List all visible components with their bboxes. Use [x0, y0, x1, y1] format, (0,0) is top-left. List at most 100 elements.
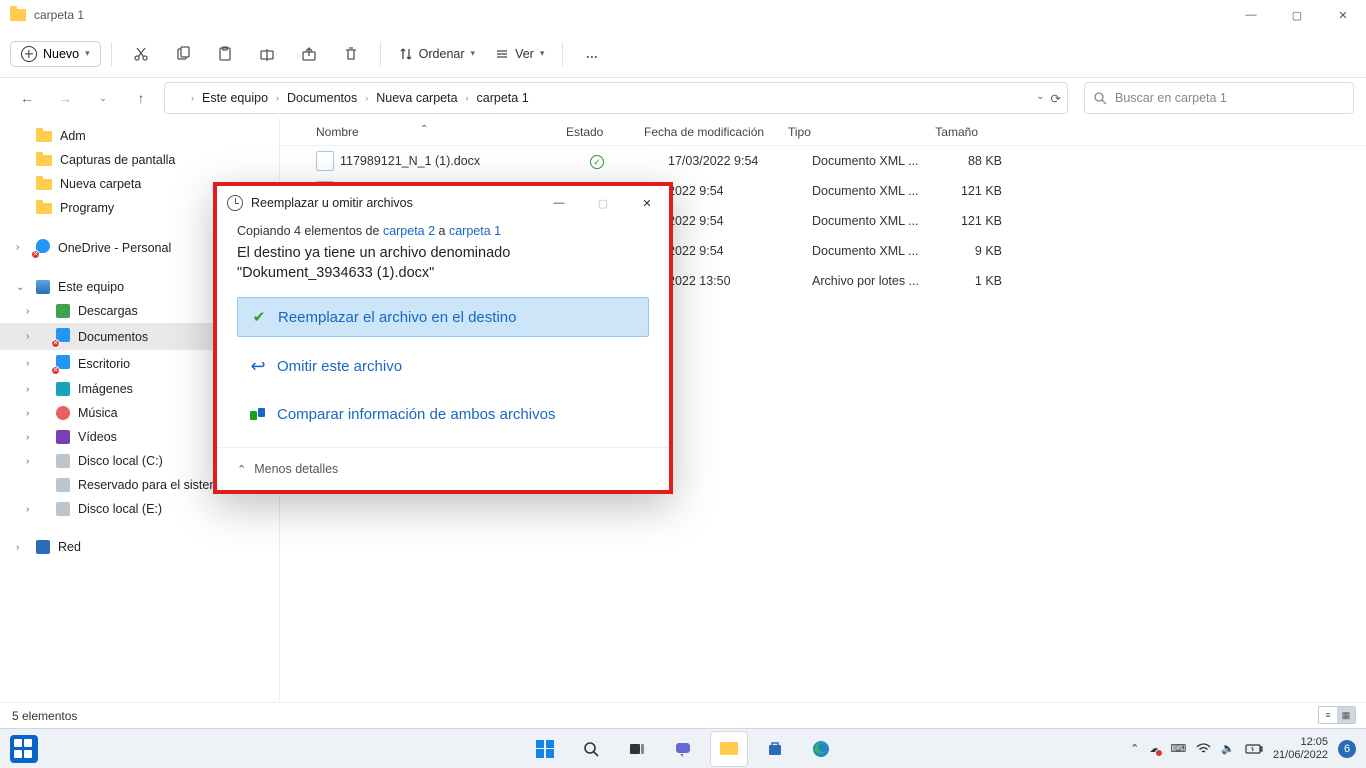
more-button[interactable]: …: [573, 38, 611, 70]
onedrive-tray-icon[interactable]: ☁: [1149, 742, 1160, 755]
window-minimize-button[interactable]: —: [1228, 0, 1274, 30]
start-button[interactable]: [526, 731, 564, 767]
file-date: 2022 9:54: [668, 244, 812, 258]
breadcrumb-sep: ›: [276, 93, 279, 103]
dialog-copy-text: Copiando 4 elementos de carpeta 2 a carp…: [237, 224, 649, 238]
view-toggle[interactable]: ≡ ▦: [1318, 706, 1356, 724]
chevron-right-icon: ›: [26, 358, 29, 369]
dialog-message: El destino ya tiene un archivo denominad…: [237, 244, 649, 283]
search-placeholder: Buscar en carpeta 1: [1115, 91, 1227, 105]
dialog-minimize-button[interactable]: —: [537, 186, 581, 220]
file-icon: [316, 151, 334, 171]
skip-option[interactable]: ↩ Omitir este archivo: [237, 347, 649, 385]
notifications-button[interactable]: 6: [1338, 740, 1356, 758]
file-size: 121 KB: [932, 184, 1002, 198]
up-button[interactable]: ↑: [126, 83, 156, 113]
breadcrumb[interactable]: Este equipo: [198, 88, 272, 108]
plus-icon: [21, 46, 37, 62]
music-icon: [56, 406, 70, 420]
sidebar-item-label: Disco local (E:): [78, 502, 162, 516]
sort-label: Ordenar: [419, 47, 465, 61]
compare-option[interactable]: Comparar información de ambos archivos: [237, 395, 649, 433]
taskbar-taskview[interactable]: [618, 731, 656, 767]
tray-chevron-icon[interactable]: ⌃: [1130, 742, 1139, 755]
copy-button[interactable]: [164, 38, 202, 70]
breadcrumb[interactable]: Nueva carpeta: [372, 88, 461, 108]
replace-option[interactable]: ✔ Reemplazar el archivo en el destino: [237, 297, 649, 337]
collapse-icon[interactable]: ⌃: [420, 124, 428, 135]
dialog-maximize-button: ▢: [581, 186, 625, 220]
share-button[interactable]: [290, 38, 328, 70]
chevron-right-icon: ›: [26, 384, 29, 395]
back-button[interactable]: ←: [12, 83, 42, 113]
address-bar[interactable]: › Este equipo › Documentos › Nueva carpe…: [164, 82, 1068, 114]
search-input[interactable]: Buscar en carpeta 1: [1084, 82, 1354, 114]
chevron-right-icon: ›: [26, 504, 29, 515]
file-date: 2022 9:54: [668, 184, 812, 198]
refresh-button[interactable]: ⟳: [1051, 91, 1061, 106]
col-type[interactable]: Tipo: [788, 125, 908, 139]
sidebar-item-disk-e[interactable]: › Disco local (E:): [0, 497, 280, 521]
taskbar-search[interactable]: [572, 731, 610, 767]
new-button[interactable]: Nuevo ▾: [10, 41, 101, 67]
icons-view-icon[interactable]: ▦: [1337, 707, 1355, 723]
drive-icon: [56, 502, 70, 516]
col-modified[interactable]: Fecha de modificación: [644, 125, 788, 139]
delete-button[interactable]: [332, 38, 370, 70]
rename-button[interactable]: [248, 38, 286, 70]
recent-button[interactable]: ⌄: [88, 83, 118, 113]
status-bar: 5 elementos ≡ ▦: [0, 702, 1366, 728]
taskbar-chat[interactable]: [664, 731, 702, 767]
sidebar-item-label: Adm: [60, 129, 86, 143]
sidebar-item-label: Programy: [60, 201, 114, 215]
window-maximize-button[interactable]: ▢: [1274, 0, 1320, 30]
compare-label: Comparar información de ambos archivos: [277, 406, 555, 423]
widgets-button[interactable]: [10, 735, 38, 763]
replace-or-skip-dialog: Reemplazar u omitir archivos — ▢ ✕ Copia…: [213, 182, 673, 494]
taskbar-edge[interactable]: [802, 731, 840, 767]
sidebar-item-label: Disco local (C:): [78, 454, 163, 468]
separator: [111, 42, 112, 66]
window-close-button[interactable]: ✕: [1320, 0, 1366, 30]
address-dropdown-icon[interactable]: ⌄: [1036, 91, 1044, 106]
file-type: Documento XML ...: [812, 184, 932, 198]
file-type: Archivo por lotes ...: [812, 274, 932, 288]
volume-tray-icon[interactable]: 🔈: [1221, 742, 1235, 755]
dialog-dst-link[interactable]: carpeta 1: [449, 224, 501, 238]
less-details-link[interactable]: Menos detalles: [254, 462, 338, 476]
chevron-down-icon: ⌄: [16, 282, 24, 293]
dialog-src-link[interactable]: carpeta 2: [383, 224, 435, 238]
battery-tray-icon[interactable]: [1245, 744, 1263, 754]
view-button[interactable]: Ver ▾: [487, 43, 552, 65]
taskbar-explorer[interactable]: [710, 731, 748, 767]
col-status[interactable]: Estado: [566, 125, 644, 139]
keyboard-tray-icon[interactable]: ⌨: [1170, 742, 1186, 755]
folder-icon: [36, 131, 52, 142]
col-name[interactable]: Nombre: [316, 125, 566, 139]
chevron-right-icon: ›: [26, 456, 29, 467]
sidebar-item-label: Red: [58, 540, 81, 554]
dialog-close-button[interactable]: ✕: [625, 186, 669, 220]
sidebar-item-red[interactable]: ›Red: [0, 535, 280, 559]
details-view-icon[interactable]: ≡: [1319, 707, 1337, 723]
sidebar-item-capturas[interactable]: Capturas de pantalla: [0, 148, 280, 172]
tray-clock[interactable]: 12:05 21/06/2022: [1273, 736, 1328, 760]
forward-button[interactable]: →: [50, 83, 80, 113]
window-title: carpeta 1: [34, 8, 84, 22]
taskbar-store[interactable]: [756, 731, 794, 767]
view-label: Ver: [515, 47, 534, 61]
table-row[interactable]: 117989121_N_1 (1).docx✓17/03/2022 9:54Do…: [280, 146, 1366, 176]
chevron-up-icon[interactable]: ⌃: [237, 463, 246, 476]
sidebar-item-adm[interactable]: Adm: [0, 124, 280, 148]
error-badge-icon: ✕: [51, 366, 60, 375]
search-icon: [1093, 91, 1107, 105]
wifi-tray-icon[interactable]: [1196, 743, 1211, 755]
breadcrumb[interactable]: carpeta 1: [473, 88, 533, 108]
cut-button[interactable]: [122, 38, 160, 70]
chevron-down-icon: ▾: [471, 48, 476, 59]
col-size[interactable]: Tamaño: [908, 125, 978, 139]
sort-button[interactable]: Ordenar ▾: [391, 43, 483, 65]
breadcrumb[interactable]: Documentos: [283, 88, 361, 108]
pictures-icon: [56, 382, 70, 396]
paste-button[interactable]: [206, 38, 244, 70]
